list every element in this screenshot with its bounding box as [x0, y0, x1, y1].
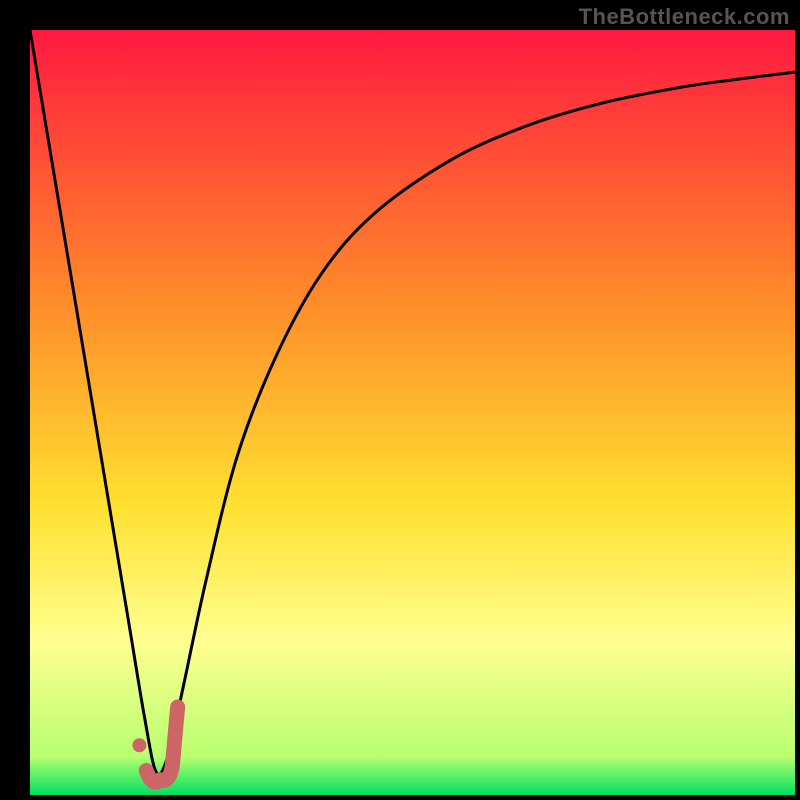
chart-frame: TheBottleneck.com — [0, 0, 800, 800]
chart-plot-area — [30, 30, 795, 795]
watermark-label: TheBottleneck.com — [579, 4, 790, 30]
bottleneck-chart — [30, 30, 795, 795]
chart-background — [30, 30, 795, 795]
